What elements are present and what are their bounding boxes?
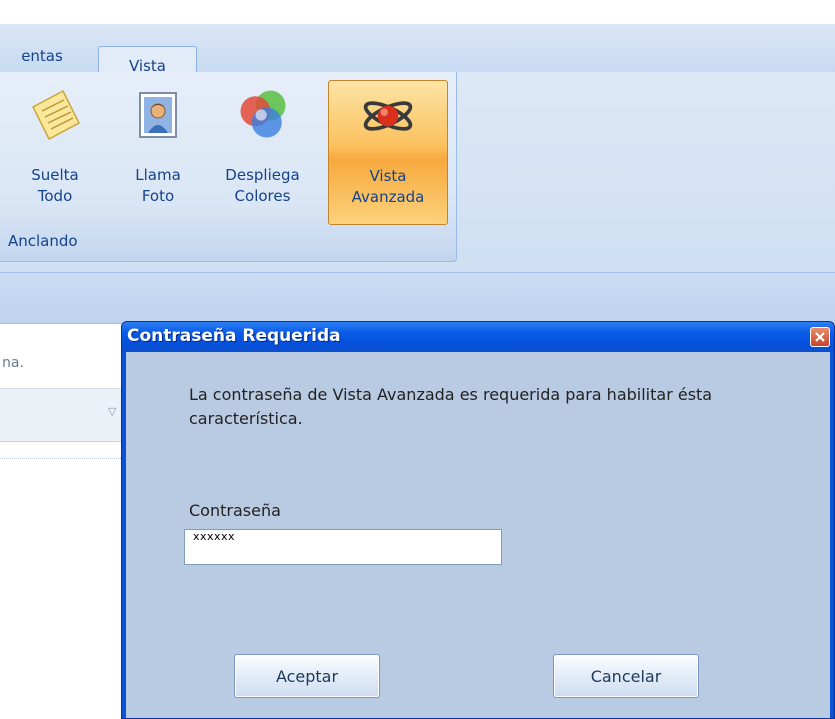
advanced-view-icon [358,86,418,146]
secondary-toolbar [0,272,835,324]
password-dialog: Contraseña Requerida La contraseña de Vi… [121,321,835,719]
suelta-todo-button[interactable]: Suelta Todo [10,80,100,225]
dialog-body: La contraseña de Vista Avanzada es reque… [126,352,830,718]
photo-icon [128,85,188,145]
accept-button[interactable]: Aceptar [234,654,380,698]
ribbon-group-label: Anclando [8,232,78,250]
tab-herramientas[interactable]: entas [0,38,84,74]
despliega-colores-button[interactable]: Despliega Colores [210,80,315,225]
dialog-message: La contraseña de Vista Avanzada es reque… [189,385,713,428]
suelta-todo-label: Suelta Todo [31,166,79,205]
filter-icon[interactable]: ▽ [108,405,116,418]
close-icon [815,332,825,342]
note-icon [25,85,85,145]
ribbon-group-anclando: Suelta Todo Llama Foto Despliega Colores… [0,72,457,262]
close-button[interactable] [810,327,830,347]
password-label: Contraseña [189,501,281,520]
llama-foto-button[interactable]: Llama Foto [118,80,198,225]
llama-foto-label: Llama Foto [135,166,181,205]
password-field[interactable]: xxxxxx [184,529,502,565]
color-circles-icon [233,85,293,145]
vista-avanzada-button[interactable]: Vista Avanzada [328,80,448,225]
ribbon: Suelta Todo Llama Foto Despliega Colores… [0,72,835,272]
background-text-fragment: na. [2,355,24,371]
background-header-row [0,388,125,442]
dialog-title: Contraseña Requerida [127,326,341,346]
vista-avanzada-label: Vista Avanzada [351,167,425,206]
ribbon-tab-bar: entas Vista [0,24,835,84]
cancel-button[interactable]: Cancelar [553,654,699,698]
dialog-titlebar[interactable]: Contraseña Requerida [122,322,834,352]
top-strip [0,0,835,24]
despliega-colores-label: Despliega Colores [225,166,300,205]
background-divider [0,458,125,459]
